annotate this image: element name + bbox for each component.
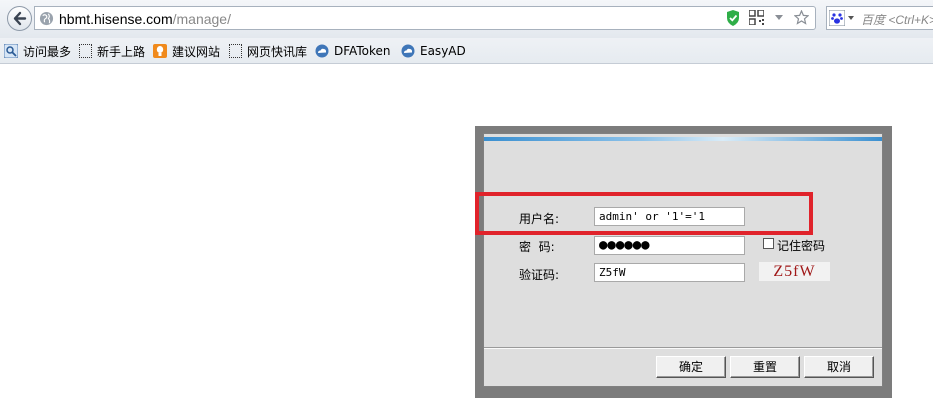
globe-icon (39, 11, 54, 26)
captcha-input[interactable]: Z5fW (594, 263, 745, 282)
bookmark-label: 网页快讯库 (247, 44, 308, 59)
search-engine-dropdown-icon[interactable] (848, 16, 854, 20)
url-text[interactable]: hbmt.hisense.com/manage/ (59, 11, 231, 27)
qrcode-icon[interactable] (748, 9, 766, 28)
shield-icon[interactable] (726, 10, 740, 29)
highlight-annotation (475, 192, 813, 235)
page-icon (79, 44, 92, 58)
search-bar[interactable]: 百度 <Ctrl+K> (826, 6, 933, 30)
bookmark-label: 新手上路 (97, 44, 146, 59)
bookmark-label: EasyAD (420, 44, 466, 58)
dialog-header-band (484, 137, 882, 141)
back-arrow-icon (13, 11, 27, 26)
dropdown-arrow-icon[interactable] (774, 10, 784, 28)
url-host: hbmt.hisense.com (59, 11, 173, 27)
dialog-divider (484, 347, 882, 349)
bookmark-dfatoken[interactable]: DFAToken (315, 42, 390, 60)
bookmark-label: 建议网站 (172, 44, 221, 59)
back-button[interactable] (7, 6, 32, 31)
reset-button[interactable]: 重置 (730, 356, 800, 378)
bulb-icon (153, 44, 167, 58)
captcha-image[interactable]: Z5fW (759, 262, 830, 281)
bookmark-most-visited[interactable]: 访问最多 (4, 42, 71, 60)
bookmark-label: 访问最多 (23, 44, 72, 59)
cloud-icon (315, 44, 329, 58)
password-input[interactable]: ●●●●●● (594, 236, 745, 255)
remember-checkbox[interactable] (763, 238, 774, 249)
ok-button[interactable]: 确定 (656, 356, 726, 378)
login-dialog: 用户名: admin' or '1'='1 密 码: ●●●●●● 记住密码 验… (483, 133, 883, 387)
page-icon (229, 44, 242, 58)
search-input[interactable]: 百度 <Ctrl+K> (861, 11, 933, 28)
bookmark-suggested-sites[interactable]: 建议网站 (153, 42, 220, 60)
bookmark-easyad[interactable]: EasyAD (401, 42, 466, 60)
bookmark-label: DFAToken (334, 44, 391, 58)
browser-toolbar: hbmt.hisense.com/manage/ 百度 <Ctrl+K> (0, 0, 933, 38)
url-bar[interactable]: hbmt.hisense.com/manage/ (34, 6, 816, 30)
search-icon (4, 44, 18, 58)
bookmark-getting-started[interactable]: 新手上路 (79, 42, 145, 60)
baidu-paw-icon[interactable] (829, 10, 845, 26)
url-bar-icons (720, 9, 810, 29)
url-path: /manage/ (172, 11, 231, 27)
cancel-button[interactable]: 取消 (804, 356, 874, 378)
bookmarks-bar: 访问最多 新手上路 建议网站 网页快讯库 DFAToken EasyAD (0, 38, 933, 64)
remember-password[interactable]: 记住密码 (763, 237, 825, 254)
star-icon[interactable] (793, 9, 810, 28)
captcha-label: 验证码: (519, 268, 560, 282)
remember-label: 记住密码 (777, 239, 826, 253)
password-label: 密 码: (519, 240, 555, 254)
cloud-icon (401, 44, 415, 58)
bookmark-web-slice[interactable]: 网页快讯库 (229, 42, 307, 60)
